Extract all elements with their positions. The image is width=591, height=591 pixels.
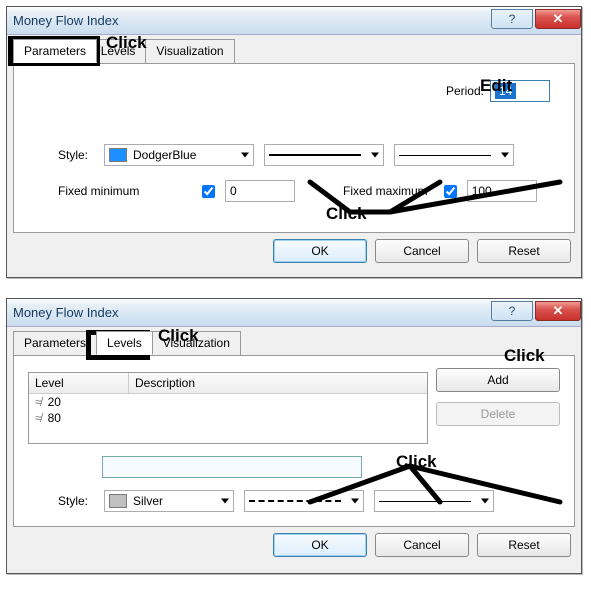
chevron-down-icon [481, 499, 489, 504]
levels-table[interactable]: Level Description ≉ 20 ≉ 80 [28, 372, 428, 444]
level-value: 80 [48, 411, 61, 425]
ok-button[interactable]: OK [273, 533, 367, 557]
dialog-title: Money Flow Index [7, 13, 491, 28]
period-input[interactable]: 14 [490, 80, 550, 102]
color-name: DodgerBlue [133, 148, 196, 162]
style-label: Style: [28, 148, 88, 162]
level-value: 20 [48, 395, 61, 409]
line-sample-icon [249, 500, 341, 502]
fixed-min-value: 0 [230, 184, 237, 198]
tab-visualization[interactable]: Visualization [145, 39, 234, 63]
tab-visualization[interactable]: Visualization [152, 331, 241, 355]
fixed-max-value: 100 [472, 184, 492, 198]
close-button[interactable]: ✕ [535, 9, 581, 29]
line-width-combo[interactable] [374, 490, 494, 512]
table-header: Level Description [29, 373, 427, 394]
fixed-min-checkbox[interactable] [202, 185, 215, 198]
delete-button: Delete [436, 402, 560, 426]
period-value: 14 [495, 83, 516, 99]
color-name: Silver [133, 494, 163, 508]
parameters-panel: Period: 14 Style: DodgerBlue Fixed [13, 63, 575, 233]
titlebar[interactable]: Money Flow Index ? ✕ [7, 299, 581, 327]
help-icon: ? [509, 304, 516, 318]
levels-side-buttons: Add Delete [436, 368, 560, 436]
fixed-min-input[interactable]: 0 [225, 180, 295, 202]
reset-button[interactable]: Reset [477, 239, 571, 263]
color-combo[interactable]: DodgerBlue [104, 144, 254, 166]
color-combo[interactable]: Silver [104, 490, 234, 512]
period-label: Period: [446, 84, 484, 98]
level-icon: ≉ [35, 411, 42, 425]
color-swatch [109, 494, 127, 508]
selection-box[interactable] [102, 456, 362, 478]
table-row[interactable]: ≉ 80 [29, 410, 427, 426]
tab-levels[interactable]: Levels [96, 331, 153, 355]
level-icon: ≉ [35, 395, 42, 409]
fixed-max-label: Fixed maximum [343, 184, 428, 198]
fixed-max-input[interactable]: 100 [467, 180, 537, 202]
tab-strip: Parameters Colors Levels Visualization [7, 35, 581, 63]
help-button[interactable]: ? [491, 301, 533, 321]
header-level[interactable]: Level [29, 373, 129, 393]
help-button[interactable]: ? [491, 9, 533, 29]
tab-strip: Parameters Levels Visualization [7, 327, 581, 355]
add-button[interactable]: Add [436, 368, 560, 392]
line-style-combo[interactable] [244, 490, 364, 512]
ok-button[interactable]: OK [273, 239, 367, 263]
chevron-down-icon [241, 153, 249, 158]
reset-button[interactable]: Reset [477, 533, 571, 557]
line-sample-icon [399, 155, 491, 156]
line-sample-icon [379, 501, 471, 502]
header-description[interactable]: Description [129, 373, 427, 393]
style-label: Style: [28, 494, 88, 508]
tab-parameters[interactable]: Parameters [13, 331, 97, 355]
close-button[interactable]: ✕ [535, 301, 581, 321]
titlebar[interactable]: Money Flow Index ? ✕ [7, 7, 581, 35]
line-sample-icon [269, 154, 361, 156]
dialog-button-row: OK Cancel Reset [7, 239, 581, 271]
line-style-combo[interactable] [264, 144, 384, 166]
fixed-min-label: Fixed minimum [58, 184, 186, 198]
cancel-button[interactable]: Cancel [375, 533, 469, 557]
close-icon: ✕ [553, 11, 564, 27]
dialog-mfi-levels: Money Flow Index ? ✕ Parameters Levels V… [6, 298, 582, 574]
table-row[interactable]: ≉ 20 [29, 394, 427, 410]
tab-levels[interactable]: Levels [90, 39, 147, 63]
chevron-down-icon [501, 153, 509, 158]
line-width-combo[interactable] [394, 144, 514, 166]
tab-parameters[interactable]: Parameters [13, 39, 97, 63]
help-icon: ? [509, 12, 516, 26]
levels-panel: Level Description ≉ 20 ≉ 80 Add Delete S… [13, 355, 575, 527]
chevron-down-icon [371, 153, 379, 158]
dialog-mfi-parameters: Money Flow Index ? ✕ Parameters Colors L… [6, 6, 582, 278]
dialog-button-row: OK Cancel Reset [7, 533, 581, 565]
close-icon: ✕ [553, 303, 564, 319]
cancel-button[interactable]: Cancel [375, 239, 469, 263]
dialog-title: Money Flow Index [7, 305, 491, 320]
chevron-down-icon [351, 499, 359, 504]
chevron-down-icon [221, 499, 229, 504]
color-swatch [109, 148, 127, 162]
fixed-max-checkbox[interactable] [444, 185, 457, 198]
